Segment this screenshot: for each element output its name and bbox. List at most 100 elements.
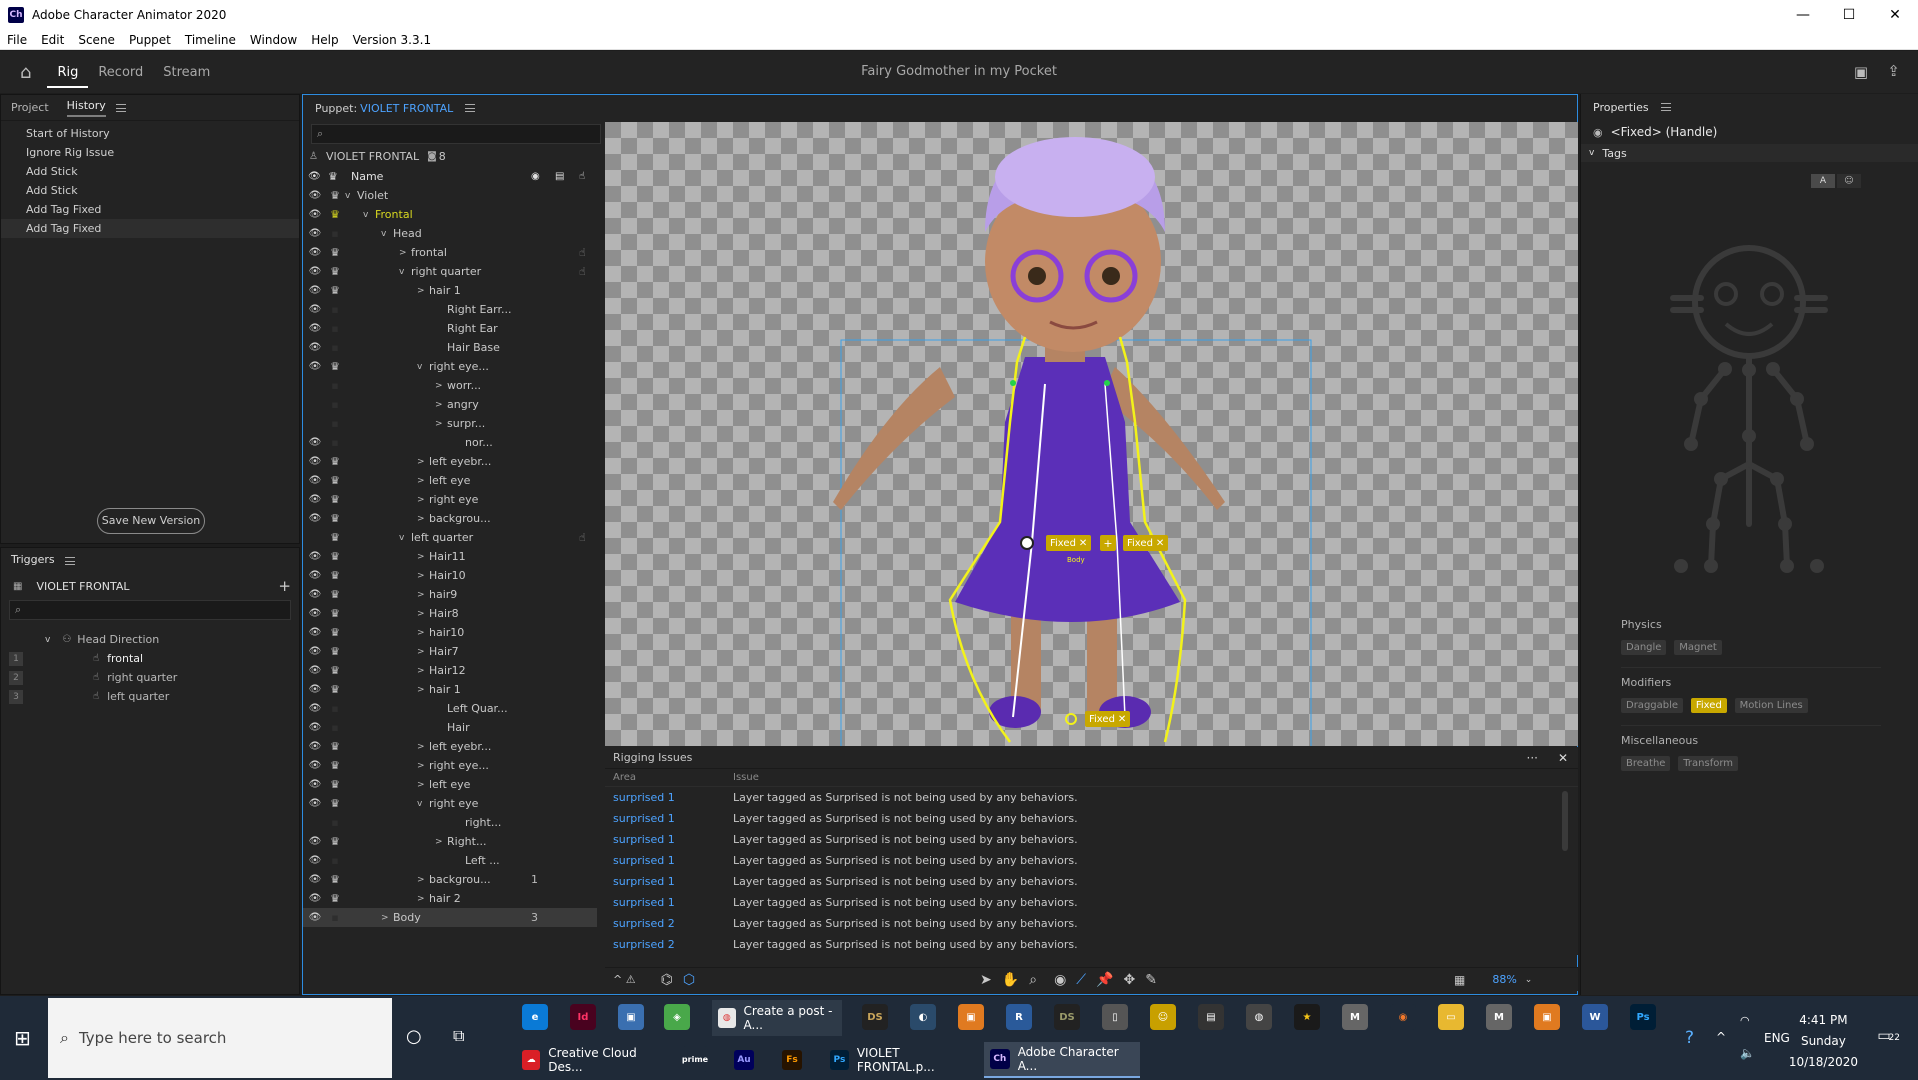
layer-search-input[interactable]: ⌕ — [311, 124, 601, 144]
layer-row[interactable]: 👁 ♛ > Hair11 — [303, 547, 597, 566]
layer-row[interactable]: 👁 ♛ v Violet — [303, 186, 597, 205]
chevron-right-icon[interactable]: > — [381, 913, 389, 923]
remove-tag-icon[interactable]: ✕ — [1156, 538, 1164, 549]
layer-row[interactable]: ▪ > worr... — [303, 376, 597, 395]
independence-crown-icon[interactable]: ▪ — [328, 854, 342, 867]
layer-row[interactable]: 👁 ♛ v Frontal — [303, 205, 597, 224]
layer-row[interactable]: 👁 ♛ > right eye... — [303, 756, 597, 775]
independence-crown-icon[interactable]: ▪ — [328, 303, 342, 316]
trigger-search-input[interactable]: ⌕ — [9, 600, 291, 620]
history-item[interactable]: Start of History — [1, 124, 299, 143]
independence-crown-icon[interactable]: ♛ — [328, 512, 342, 525]
independence-crown-icon[interactable]: ♛ — [328, 588, 342, 601]
file-explorer-icon[interactable]: ▭ — [1438, 1004, 1464, 1030]
visibility-eye-icon[interactable]: 👁 — [308, 190, 322, 201]
issue-row[interactable]: surprised 2 Layer tagged as Surprised is … — [605, 913, 1578, 934]
visibility-eye-icon[interactable]: 👁 — [308, 475, 322, 486]
tag-draggable[interactable]: Draggable — [1621, 698, 1684, 713]
visibility-eye-icon[interactable]: 👁 — [308, 779, 322, 790]
app-icon[interactable]: M — [1486, 1004, 1512, 1030]
independence-crown-icon[interactable]: ▪ — [328, 417, 342, 430]
issue-row[interactable]: surprised 1 Layer tagged as Surprised is … — [605, 829, 1578, 850]
wifi-icon[interactable]: ◠ — [1740, 1014, 1750, 1027]
independence-crown-icon[interactable]: ▪ — [328, 816, 342, 829]
issue-area-link[interactable]: surprised 1 — [605, 791, 733, 804]
layer-row[interactable]: 👁 ♛ > backgrou... 1 — [303, 870, 597, 889]
app-icon[interactable]: R — [1006, 1004, 1032, 1030]
chevron-right-icon[interactable]: > — [417, 647, 425, 657]
history-item[interactable]: Ignore Rig Issue — [1, 143, 299, 162]
independence-crown-icon[interactable]: ▪ — [328, 436, 342, 449]
independence-crown-icon[interactable]: ▪ — [328, 721, 342, 734]
notification-icon[interactable]: ▭22 — [1877, 1028, 1900, 1044]
visibility-eye-icon[interactable]: 👁 — [308, 760, 322, 771]
chevron-right-icon[interactable]: > — [417, 742, 425, 752]
swap-set-label[interactable]: Head Direction — [77, 633, 159, 646]
independence-crown-icon[interactable]: ♛ — [328, 626, 342, 639]
chevron-right-icon[interactable]: > — [435, 400, 443, 410]
layer-row[interactable]: ▪ > surpr... — [303, 414, 597, 433]
trigger-item-frontal[interactable]: frontal — [107, 652, 143, 665]
layer-row[interactable]: 👁 ♛ > Right... — [303, 832, 597, 851]
layer-row[interactable]: 👁 ♛ > left eyebr... — [303, 452, 597, 471]
issue-row[interactable]: surprised 1 Layer tagged as Surprised is … — [605, 808, 1578, 829]
layer-row[interactable]: 👁 ▪ Right Ear — [303, 319, 597, 338]
independence-crown-icon[interactable]: ♛ — [328, 569, 342, 582]
tag-dangle[interactable]: Dangle — [1621, 640, 1667, 655]
chevron-down-icon[interactable]: v — [417, 799, 422, 809]
visibility-eye-icon[interactable]: 👁 — [308, 893, 322, 904]
visibility-eye-icon[interactable]: 👁 — [308, 513, 322, 524]
issue-row[interactable]: surprised 1 Layer tagged as Surprised is … — [605, 787, 1578, 808]
independence-crown-icon[interactable]: ♛ — [328, 892, 342, 905]
trigger-item-right-quarter[interactable]: right quarter — [107, 671, 177, 684]
visibility-eye-icon[interactable]: 👁 — [308, 608, 322, 619]
history-item-selected[interactable]: Add Tag Fixed — [1, 219, 299, 238]
chevron-right-icon[interactable]: > — [417, 552, 425, 562]
fixed-handle-tag[interactable]: Fixed ✕ — [1085, 711, 1131, 727]
layer-row[interactable]: 👁 ♛ > left eye — [303, 775, 597, 794]
fixed-handle-tag[interactable]: Fixed ✕ — [1046, 535, 1092, 551]
layer-row[interactable]: 👁 ▪ Right Earr... — [303, 300, 597, 319]
app-icon[interactable]: M — [1342, 1004, 1368, 1030]
history-item[interactable]: Add Stick — [1, 181, 299, 200]
visibility-eye-icon[interactable]: 👁 — [308, 646, 322, 657]
tab-stream[interactable]: Stream — [153, 65, 220, 80]
daz-studio-icon[interactable]: DS — [862, 1004, 888, 1030]
layer-row[interactable]: ▪ > angry — [303, 395, 597, 414]
visibility-eye-icon[interactable]: 👁 — [308, 703, 322, 714]
independence-crown-icon[interactable]: ♛ — [328, 835, 342, 848]
independence-crown-icon[interactable]: ▪ — [328, 702, 342, 715]
menu-window[interactable]: Window — [243, 33, 304, 47]
trigger-key[interactable]: 1 — [9, 651, 23, 666]
independence-crown-icon[interactable]: ♛ — [328, 778, 342, 791]
app-icon[interactable]: ▤ — [1198, 1004, 1224, 1030]
issue-row[interactable]: surprised 1 Layer tagged as Surprised is … — [605, 892, 1578, 913]
panel-menu-icon[interactable] — [115, 103, 126, 112]
cortana-icon[interactable]: ○ — [406, 1026, 422, 1047]
chevron-right-icon[interactable]: > — [417, 571, 425, 581]
layer-row[interactable]: 👁 ♛ > Hair12 — [303, 661, 597, 680]
trigger-key[interactable]: 3 — [9, 689, 23, 704]
add-trigger-button[interactable]: + — [278, 577, 291, 595]
zoom-level[interactable]: 88% — [1492, 973, 1516, 986]
photoshop-icon[interactable]: Ps — [1630, 1004, 1656, 1030]
language-indicator[interactable]: ENG — [1764, 1031, 1790, 1045]
chevron-down-icon[interactable]: v — [345, 191, 350, 201]
visibility-eye-icon[interactable]: 👁 — [308, 836, 322, 847]
chevron-right-icon[interactable]: > — [417, 875, 425, 885]
visual-tag-view-button[interactable]: ☺ — [1837, 174, 1861, 188]
app-icon[interactable]: ▣ — [1534, 1004, 1560, 1030]
visibility-eye-icon[interactable]: 👁 — [308, 627, 322, 638]
chevron-right-icon[interactable]: > — [399, 248, 407, 258]
transparency-grid-icon[interactable]: ▦ — [1454, 973, 1465, 987]
dragger-tool-icon[interactable]: ✥ — [1124, 972, 1136, 988]
layer-row[interactable]: 👁 ♛ v right eye... — [303, 357, 597, 376]
chevron-right-icon[interactable]: > — [435, 419, 443, 429]
independence-crown-icon[interactable]: ♛ — [328, 797, 342, 810]
remove-tag-icon[interactable]: ✕ — [1118, 714, 1126, 725]
edge-icon[interactable]: e — [522, 1004, 548, 1030]
clock[interactable]: 4:41 PM Sunday 10/18/2020 — [1789, 1010, 1858, 1073]
independence-crown-icon[interactable]: ♛ — [328, 759, 342, 772]
task-view-icon[interactable]: ⧉ — [453, 1026, 464, 1046]
history-item[interactable]: Add Stick — [1, 162, 299, 181]
